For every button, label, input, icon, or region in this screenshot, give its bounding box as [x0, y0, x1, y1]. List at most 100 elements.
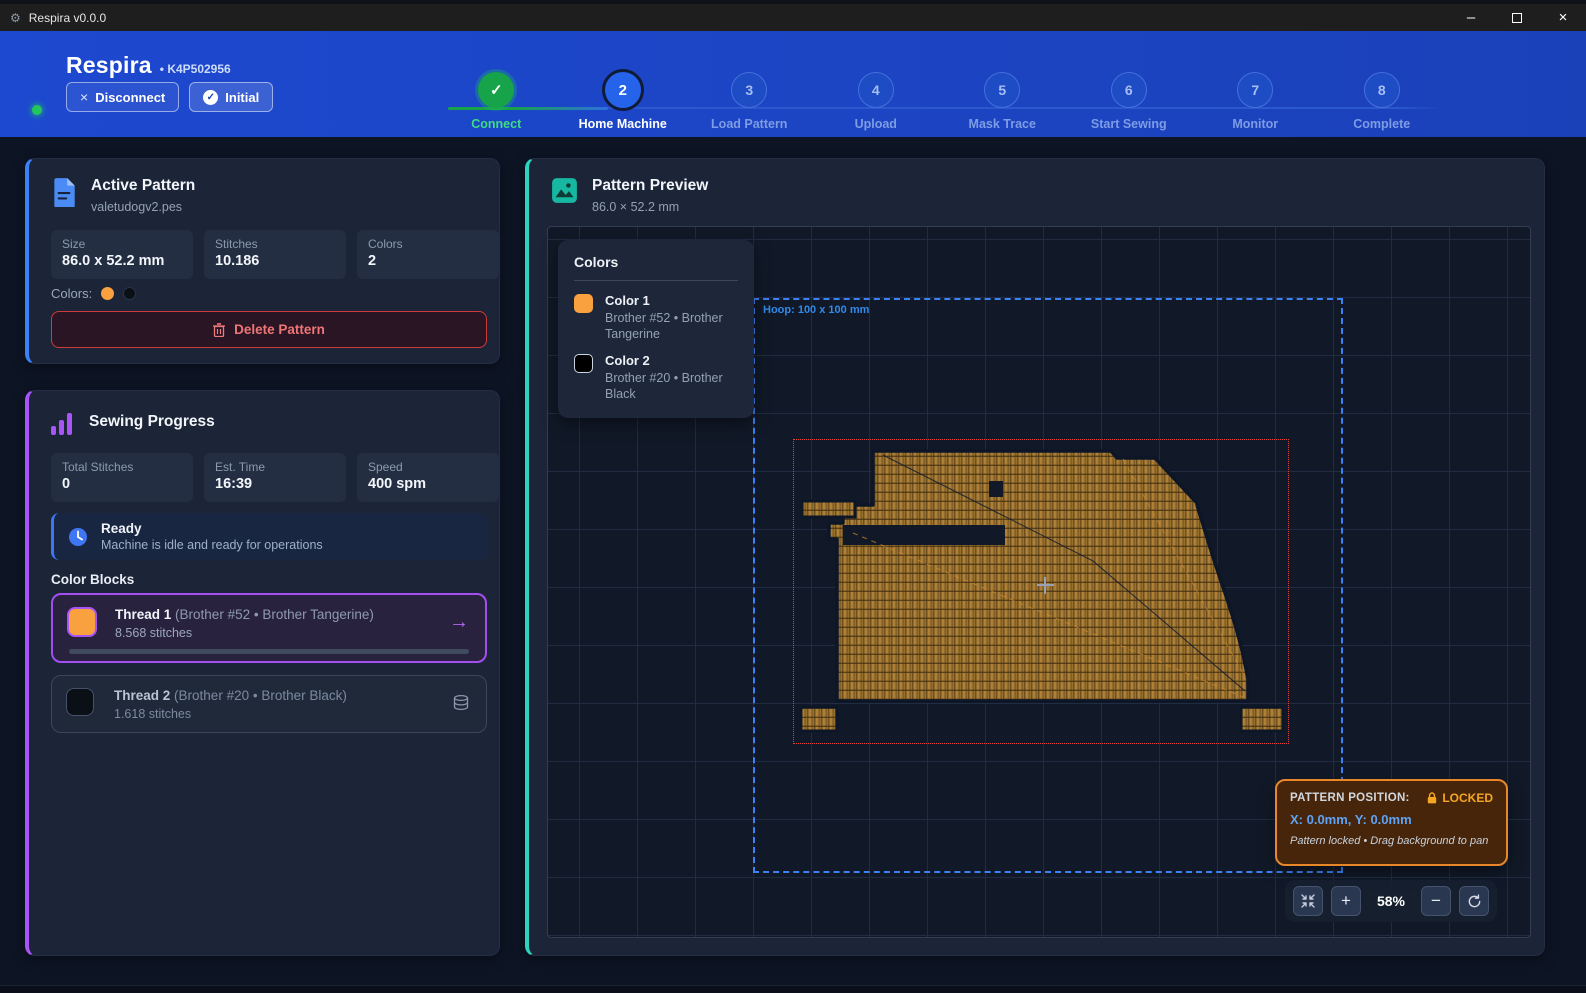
pattern-position-overlay: PATTERN POSITION: LOCKED X: 0.0mm, Y: 0.…: [1275, 779, 1508, 866]
minimize-button[interactable]: –: [1448, 4, 1494, 31]
step-complete[interactable]: 8 Complete: [1319, 59, 1446, 135]
zoom-level: 58%: [1369, 893, 1413, 909]
step-circle: 5: [984, 72, 1020, 108]
thread-stitch-count: 8.568 stitches: [115, 626, 192, 640]
step-start-sewing[interactable]: 6 Start Sewing: [1066, 59, 1193, 135]
thread-progress-bar: [69, 649, 469, 654]
initial-label: Initial: [225, 90, 259, 105]
crosshair-icon: [1044, 577, 1046, 594]
titlebar: ⚙ Respira v0.0.0 – ×: [0, 4, 1586, 31]
thread-name: Thread 2: [114, 688, 170, 703]
status-description: Machine is idle and ready for operations: [101, 538, 323, 552]
legend-title: Colors: [574, 254, 738, 270]
zoom-in-button[interactable]: +: [1331, 886, 1361, 916]
lock-icon: [1427, 792, 1437, 804]
step-number: 8: [1378, 82, 1386, 98]
thread-swatch: [67, 607, 97, 637]
thread-detail: (Brother #20 • Brother Black): [174, 688, 347, 703]
delete-pattern-label: Delete Pattern: [234, 322, 325, 337]
check-circle-icon: ✓: [203, 90, 218, 105]
step-circle: 8: [1364, 72, 1400, 108]
legend-swatch: [574, 354, 593, 373]
delete-pattern-button[interactable]: Delete Pattern: [51, 311, 487, 348]
step-mask-trace[interactable]: 5 Mask Trace: [939, 59, 1066, 135]
step-circle: 7: [1237, 72, 1273, 108]
machine-status-banner: Ready Machine is idle and ready for oper…: [51, 513, 487, 560]
connection-status-dot: [32, 105, 42, 115]
colors-legend: Colors Color 1 Brother #52 • Brother Tan…: [558, 240, 754, 418]
step-circle: 3: [731, 72, 767, 108]
stat-est-time: Est. Time 16:39: [204, 453, 346, 502]
pattern-preview-title: Pattern Preview: [592, 177, 708, 195]
step-label: Mask Trace: [969, 117, 1036, 131]
sewing-progress-title: Sewing Progress: [89, 413, 215, 431]
initial-button[interactable]: ✓ Initial: [189, 82, 273, 112]
maximize-icon: [1512, 13, 1522, 23]
position-hint: Pattern locked • Drag background to pan: [1290, 835, 1493, 847]
clock-icon: [68, 527, 88, 547]
step-number: 5: [998, 82, 1006, 98]
hoop-label: Hoop: 100 x 100 mm: [763, 304, 869, 316]
trash-icon: [213, 323, 225, 337]
disconnect-button[interactable]: × Disconnect: [66, 82, 179, 112]
step-monitor[interactable]: 7 Monitor: [1192, 59, 1319, 135]
step-circle: 4: [858, 72, 894, 108]
legend-entry-1: Color 1 Brother #52 • Brother Tangerine: [574, 293, 738, 342]
pattern-bounding-box: [793, 439, 1289, 744]
thread-row-1[interactable]: Thread 1 (Brother #52 • Brother Tangerin…: [51, 593, 487, 663]
collapse-icon: [1301, 894, 1315, 908]
pattern-preview-card: Pattern Preview 86.0 × 52.2 mm Hoop: 100…: [525, 158, 1545, 956]
zoom-out-button[interactable]: −: [1421, 886, 1451, 916]
step-number: 2: [619, 82, 627, 99]
step-connect[interactable]: ✓ Connect: [433, 59, 560, 135]
preview-canvas[interactable]: Hoop: 100 x 100 mm: [547, 226, 1531, 938]
color-blocks-label: Color Blocks: [51, 572, 134, 587]
thread-stitch-count: 1.618 stitches: [114, 707, 191, 721]
layers-icon: [452, 694, 470, 712]
step-label: Complete: [1353, 117, 1410, 131]
stat-speed: Speed 400 spm: [357, 453, 499, 502]
position-coordinates: X: 0.0mm, Y: 0.0mm: [1290, 812, 1493, 827]
color-swatch-tangerine: [101, 287, 114, 300]
step-number: 6: [1125, 82, 1133, 98]
close-button[interactable]: ×: [1540, 4, 1586, 31]
thread-detail: (Brother #52 • Brother Tangerine): [175, 607, 374, 622]
step-label: Monitor: [1232, 117, 1278, 131]
step-circle-done: ✓: [478, 72, 514, 108]
fit-view-button[interactable]: [1293, 886, 1323, 916]
step-number: 3: [745, 82, 753, 98]
step-label: Start Sewing: [1091, 117, 1167, 131]
step-circle: 6: [1111, 72, 1147, 108]
legend-entry-2: Color 2 Brother #20 • Brother Black: [574, 353, 738, 402]
zoom-controls: + 58% −: [1285, 880, 1497, 922]
thread-name: Thread 1: [115, 607, 171, 622]
stat-stitches: Stitches 10.186: [204, 230, 346, 279]
colors-label: Colors:: [51, 286, 92, 301]
brand-title: Respira: [66, 52, 152, 79]
stat-size: Size 86.0 x 52.2 mm: [51, 230, 193, 279]
disconnect-label: Disconnect: [95, 90, 165, 105]
background-window-sliver: [0, 985, 1586, 993]
step-label: Upload: [855, 117, 897, 131]
step-load-pattern[interactable]: 3 Load Pattern: [686, 59, 813, 135]
file-icon: [51, 177, 77, 207]
bar-chart-icon: [51, 411, 75, 435]
app-header: Respira • K4P502956 × Disconnect ✓ Initi…: [0, 31, 1586, 137]
step-number: 7: [1251, 82, 1259, 98]
thread-row-2[interactable]: Thread 2 (Brother #20 • Brother Black) 1…: [51, 675, 487, 733]
locked-badge: LOCKED: [1442, 791, 1493, 805]
pattern-dimensions: 86.0 × 52.2 mm: [592, 200, 708, 214]
sewing-progress-card: Sewing Progress Total Stitches 0 Est. Ti…: [25, 390, 500, 956]
step-upload[interactable]: 4 Upload: [813, 59, 940, 135]
image-icon: [551, 177, 578, 204]
status-title: Ready: [101, 521, 323, 536]
refresh-icon: [1467, 894, 1482, 909]
active-pattern-card: Active Pattern valetudogv2.pes Size 86.0…: [25, 158, 500, 364]
reset-view-button[interactable]: [1459, 886, 1489, 916]
window-title: Respira v0.0.0: [29, 11, 106, 25]
stat-colors: Colors 2: [357, 230, 499, 279]
color-swatch-black: [123, 287, 136, 300]
step-label: Connect: [471, 117, 521, 131]
maximize-button[interactable]: [1494, 4, 1540, 31]
step-home-machine[interactable]: 2 Home Machine: [560, 59, 687, 135]
